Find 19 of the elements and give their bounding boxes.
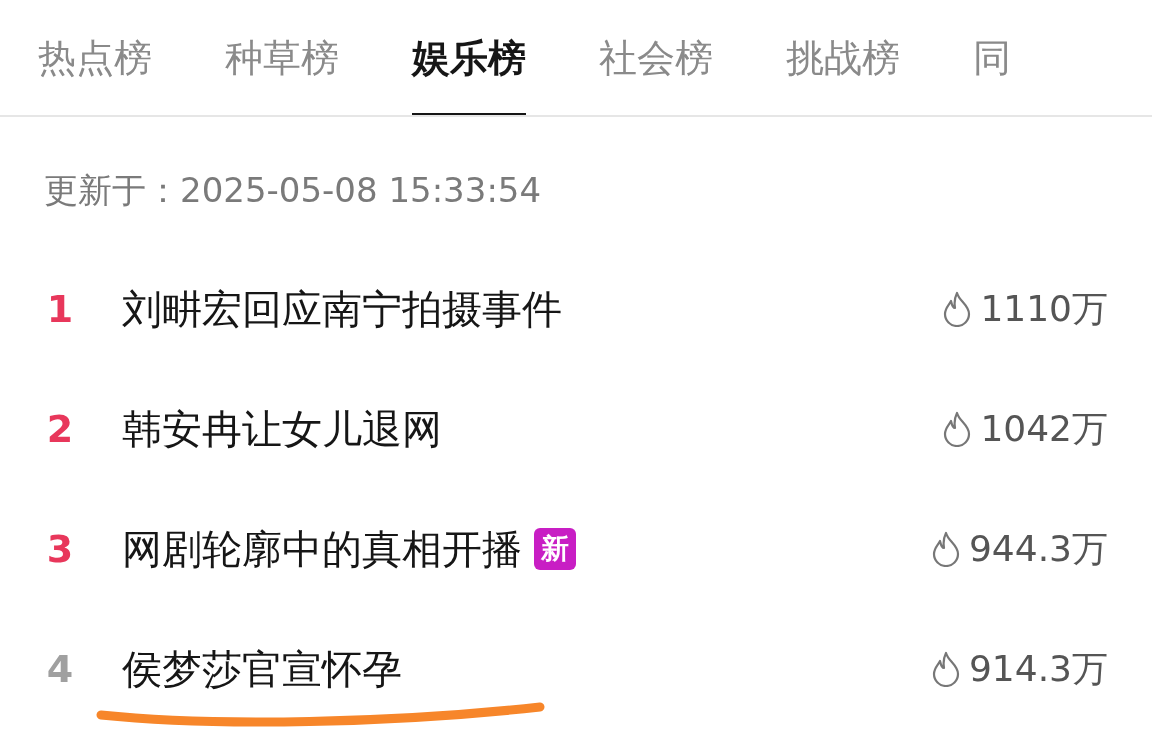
item-title[interactable]: 刘畊宏回应南宁拍摄事件 bbox=[122, 281, 562, 337]
heat-value: 944.3万 bbox=[968, 526, 1108, 571]
rank-number: 2 bbox=[45, 407, 75, 451]
heat-value: 914.3万 bbox=[968, 646, 1108, 691]
flame-icon bbox=[942, 411, 973, 447]
item-title[interactable]: 网剧轮廓中的真相开播 bbox=[122, 521, 522, 577]
update-time: 更新于：2025-05-08 15:33:54 bbox=[44, 169, 543, 212]
heat-value: 1110万 bbox=[980, 286, 1108, 331]
rank-number: 1 bbox=[45, 287, 75, 331]
flame-icon bbox=[930, 531, 961, 567]
heat-value: 1042万 bbox=[980, 406, 1108, 451]
item-title[interactable]: 侯梦莎官宣怀孕 bbox=[122, 641, 402, 697]
tab[interactable]: 娱乐榜 bbox=[412, 0, 526, 115]
rank-number: 3 bbox=[45, 527, 75, 571]
new-badge: 新 bbox=[534, 528, 576, 570]
flame-icon bbox=[930, 651, 961, 687]
flame-icon bbox=[942, 291, 973, 327]
rank-number: 4 bbox=[45, 647, 75, 691]
item-title[interactable]: 韩安冉让女儿退网 bbox=[122, 401, 442, 457]
